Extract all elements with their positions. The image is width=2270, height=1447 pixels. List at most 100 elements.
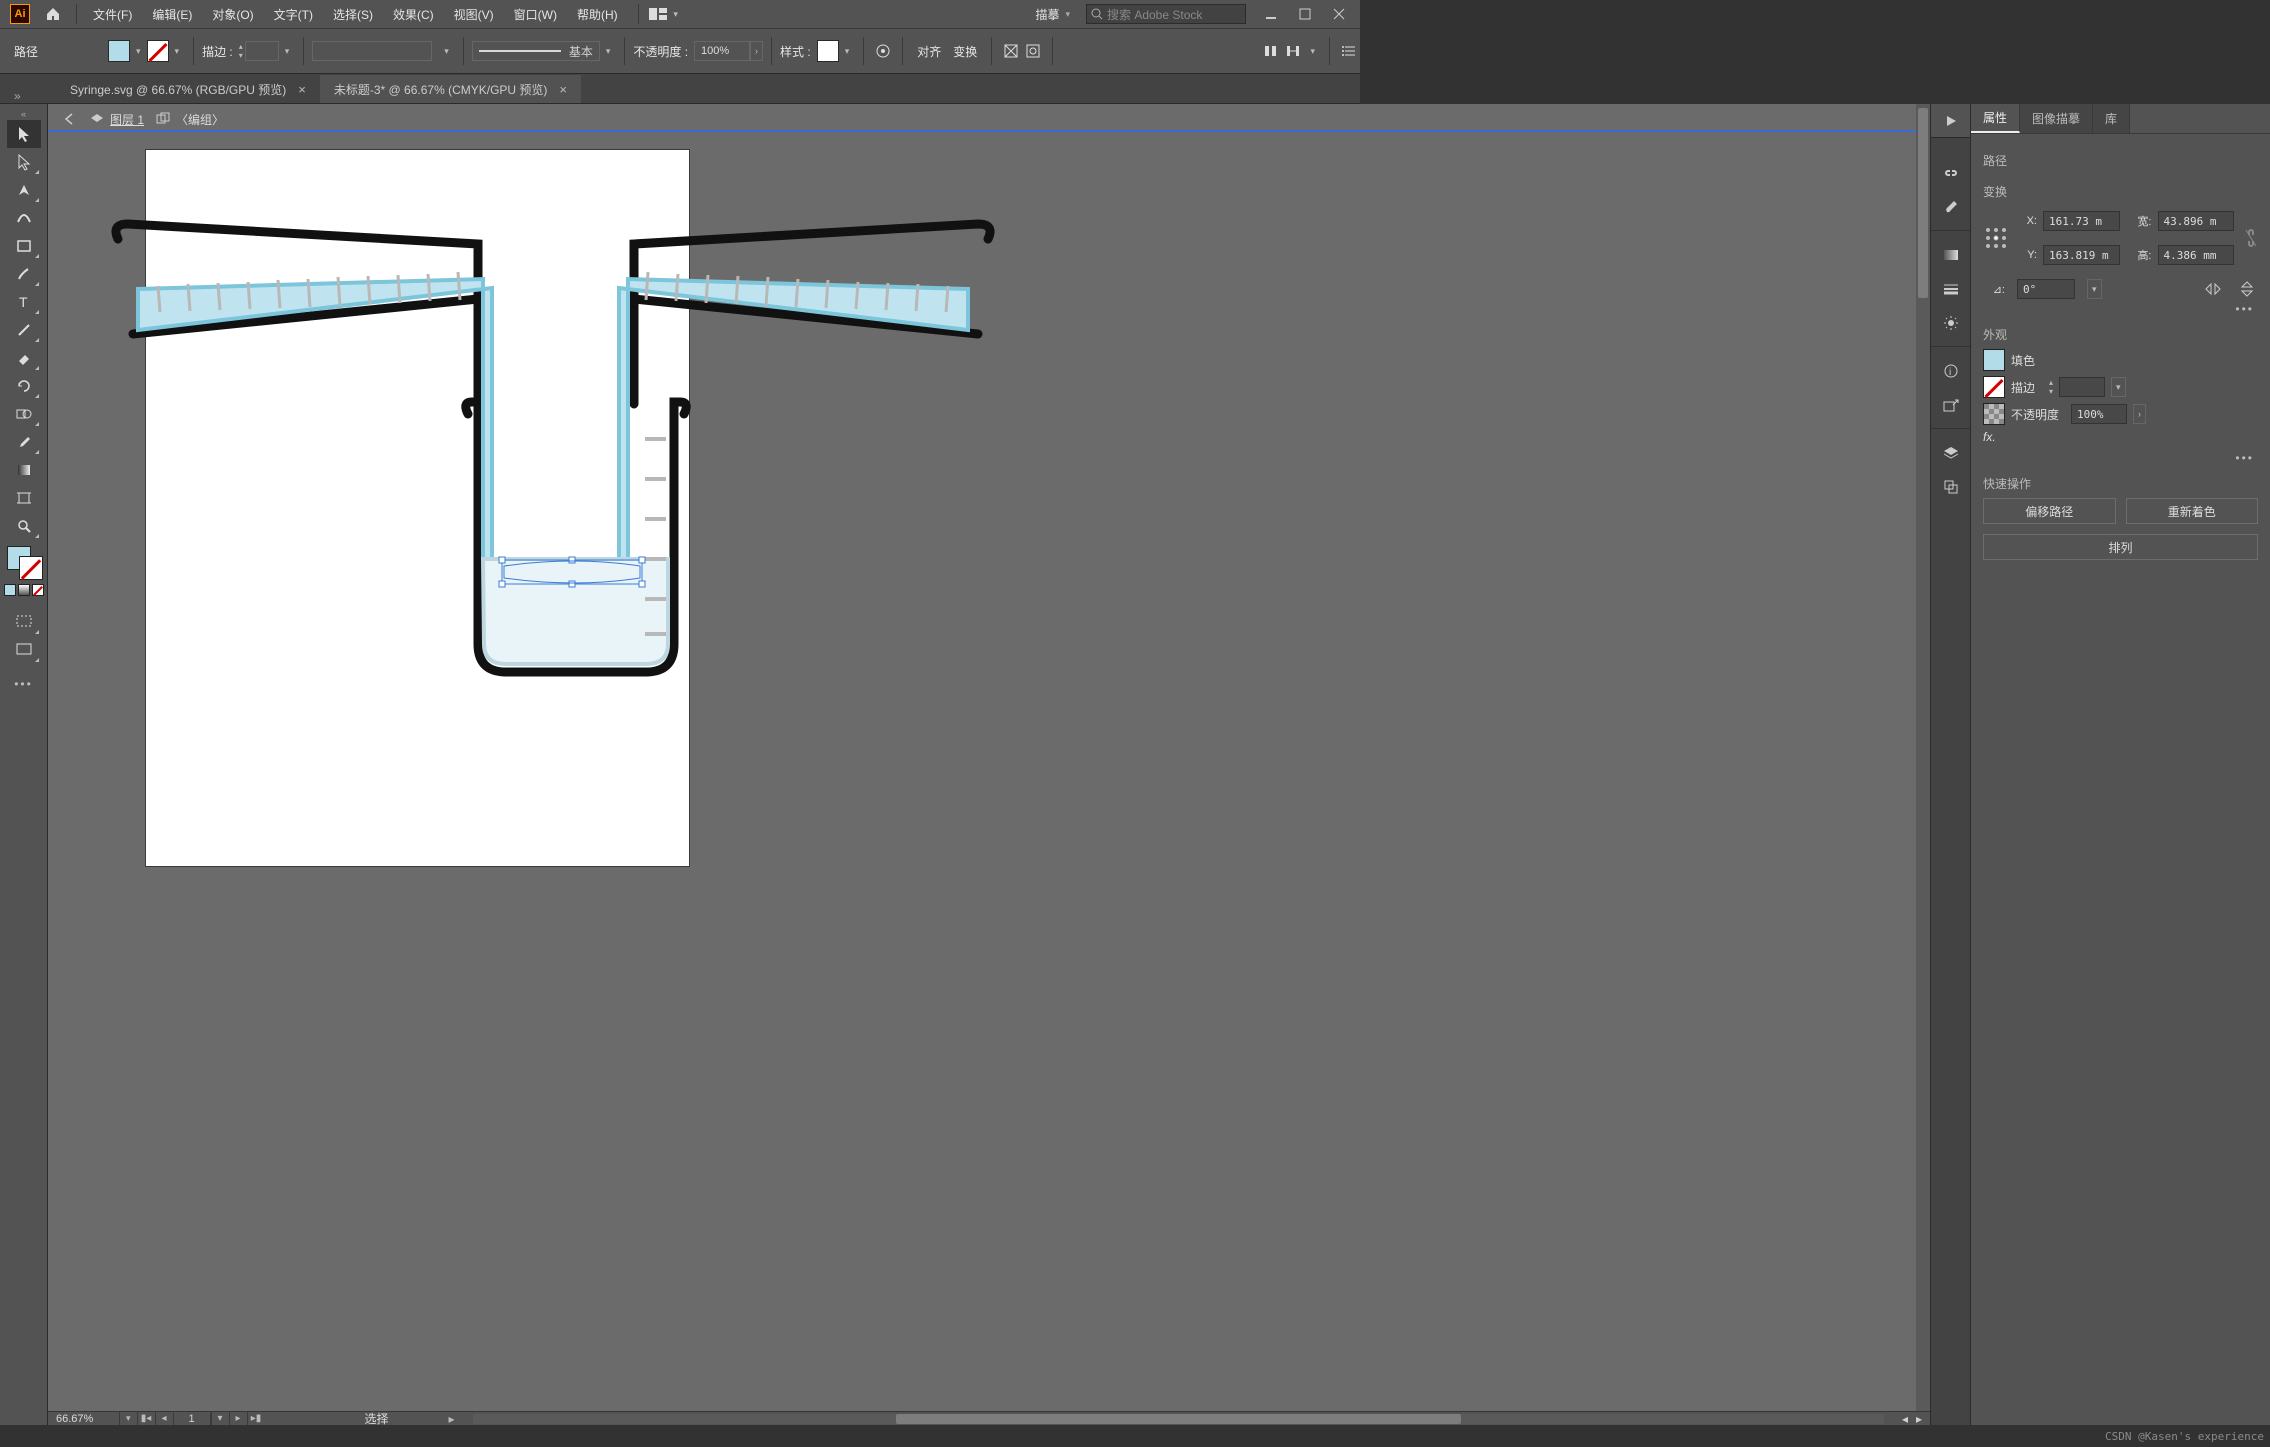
scrollbar-thumb[interactable] (896, 1414, 1461, 1424)
type-tool[interactable]: T (7, 288, 41, 316)
canvas-stage[interactable] (48, 104, 1916, 1411)
appearance-more[interactable]: ••• (1983, 449, 2258, 467)
fill-swatch-group[interactable]: ▾ (108, 40, 147, 62)
eraser-tool[interactable] (7, 344, 41, 372)
close-icon[interactable]: × (559, 82, 567, 97)
color-mode-tiny[interactable] (4, 584, 44, 600)
layers-panel-icon[interactable] (1936, 438, 1966, 468)
line-tool[interactable] (7, 316, 41, 344)
workspace-switcher[interactable]: ▾ (649, 4, 685, 24)
selection-tool[interactable] (7, 120, 41, 148)
chevron-down-icon[interactable]: ▾ (839, 46, 856, 57)
x-input[interactable]: 161.73 m (2043, 211, 2120, 231)
opacity-input[interactable]: 100% (694, 41, 750, 61)
stroke-swatch-none[interactable] (1983, 376, 2005, 398)
gradient-tool[interactable] (7, 456, 41, 484)
breadcrumb-group[interactable]: 〈编组〉 (150, 111, 230, 128)
window-minimize[interactable] (1254, 4, 1288, 24)
menu-help[interactable]: 帮助(H) (567, 0, 628, 28)
color-panel-icon[interactable] (1936, 240, 1966, 270)
vertical-scrollbar[interactable] (1916, 104, 1930, 1411)
scroll-right[interactable]: ▸ (1916, 1412, 1930, 1426)
breadcrumb-layer[interactable]: 图层 1 (84, 111, 150, 128)
zoom-tool[interactable] (7, 512, 41, 540)
opacity-swatch[interactable] (1983, 403, 2005, 425)
links-panel-icon[interactable] (1936, 158, 1966, 188)
breadcrumb-back[interactable] (58, 113, 84, 125)
stroke-dropdown[interactable]: ▾ (2111, 377, 2126, 397)
chevron-down-icon[interactable]: ▾ (279, 46, 296, 57)
recolor-button[interactable] (872, 40, 894, 62)
align-link[interactable]: 对齐 (911, 43, 947, 60)
menu-edit[interactable]: 编辑(E) (142, 0, 202, 28)
direct-selection-tool[interactable] (7, 148, 41, 176)
pen-tool[interactable] (7, 176, 41, 204)
brush-definition[interactable] (312, 41, 432, 61)
isolation-breadcrumb[interactable]: 图层 1 〈编组〉 (58, 108, 230, 130)
distribute-button[interactable] (1282, 40, 1304, 62)
stroke-weight-input[interactable] (245, 41, 279, 61)
offset-path-button[interactable]: 偏移路径 (1983, 498, 2116, 524)
menu-window[interactable]: 窗口(W) (504, 0, 567, 28)
link-wh-icon[interactable] (2244, 229, 2258, 247)
window-maximize[interactable] (1288, 4, 1322, 24)
edit-toolbar[interactable]: ••• (7, 670, 41, 698)
stroke-swatch-group[interactable]: ▾ (147, 40, 186, 62)
h-input[interactable]: 4.386 mm (2158, 245, 2235, 265)
chevron-down-icon[interactable]: ▾ (438, 46, 455, 57)
first-artboard[interactable]: ▮◂ (137, 1412, 155, 1426)
next-artboard[interactable]: ▸ (229, 1412, 247, 1426)
menu-file[interactable]: 文件(F) (83, 0, 142, 28)
toolbox-collapse[interactable]: « (0, 108, 47, 120)
rectangle-tool[interactable] (7, 232, 41, 260)
window-close[interactable] (1322, 4, 1356, 24)
flip-horizontal[interactable] (2202, 278, 2224, 300)
fill-swatch[interactable] (108, 40, 130, 62)
transform-more[interactable]: ••• (1983, 300, 2258, 318)
y-input[interactable]: 163.819 m (2043, 245, 2120, 265)
canvas-area[interactable]: 图层 1 〈编组〉 (48, 104, 1930, 1425)
tab-libraries[interactable]: 库 (2093, 104, 2130, 133)
brushes-panel-icon[interactable] (1936, 192, 1966, 222)
info-panel-icon[interactable]: i (1936, 356, 1966, 386)
angle-dropdown[interactable]: ▾ (2087, 279, 2102, 299)
document-tab-1[interactable]: Syringe.svg @ 66.67% (RGB/GPU 预览) × (56, 75, 320, 103)
shape-builder-tool[interactable] (7, 400, 41, 428)
edit-clip-button[interactable] (1022, 40, 1044, 62)
isolate-button[interactable] (1000, 40, 1022, 62)
opacity-flyout[interactable]: › (750, 41, 763, 61)
menu-effect[interactable]: 效果(C) (383, 0, 444, 28)
document-tab-2[interactable]: 未标题-3* @ 66.67% (CMYK/GPU 预览) × (320, 75, 581, 103)
play-button[interactable] (1931, 104, 1971, 138)
chevron-down-icon[interactable]: ▾ (120, 1413, 137, 1424)
paintbrush-tool[interactable] (7, 260, 41, 288)
options-button[interactable] (1338, 40, 1360, 62)
chevron-down-icon[interactable]: ▾ (600, 46, 617, 57)
stroke-profile[interactable]: 基本 (472, 41, 600, 61)
rotate-tool[interactable] (7, 372, 41, 400)
artboard-number[interactable]: 1 (173, 1413, 211, 1425)
artboard-dropdown[interactable]: ▾ (211, 1412, 229, 1426)
scrollbar-thumb[interactable] (1918, 108, 1928, 298)
menu-object[interactable]: 对象(O) (202, 0, 263, 28)
artboards-panel-icon[interactable] (1936, 472, 1966, 502)
flip-vertical[interactable] (2236, 278, 2258, 300)
home-button[interactable] (42, 3, 64, 25)
status-flyout[interactable]: ▸ (449, 1412, 455, 1426)
stroke-panel-icon[interactable] (1936, 274, 1966, 304)
tab-image-trace[interactable]: 图像描摹 (2020, 104, 2093, 133)
fill-swatch[interactable] (1983, 349, 2005, 371)
align-to-button[interactable] (1260, 40, 1282, 62)
tab-properties[interactable]: 属性 (1971, 104, 2020, 133)
trace-dropdown[interactable]: 描摹 ▾ (1027, 4, 1078, 24)
stroke-box-none[interactable] (19, 556, 43, 580)
horizontal-scrollbar[interactable] (473, 1414, 1884, 1424)
artboard-tool[interactable] (7, 484, 41, 512)
appearance-panel-icon[interactable] (1936, 308, 1966, 338)
opacity-input[interactable]: 100% (2071, 404, 2127, 424)
stroke-swatch-none[interactable] (147, 40, 169, 62)
curvature-tool[interactable] (7, 204, 41, 232)
angle-input[interactable]: 0° (2017, 279, 2075, 299)
stock-search-input[interactable]: 搜索 Adobe Stock (1086, 4, 1246, 24)
zoom-level[interactable]: 66.67% (48, 1412, 120, 1426)
